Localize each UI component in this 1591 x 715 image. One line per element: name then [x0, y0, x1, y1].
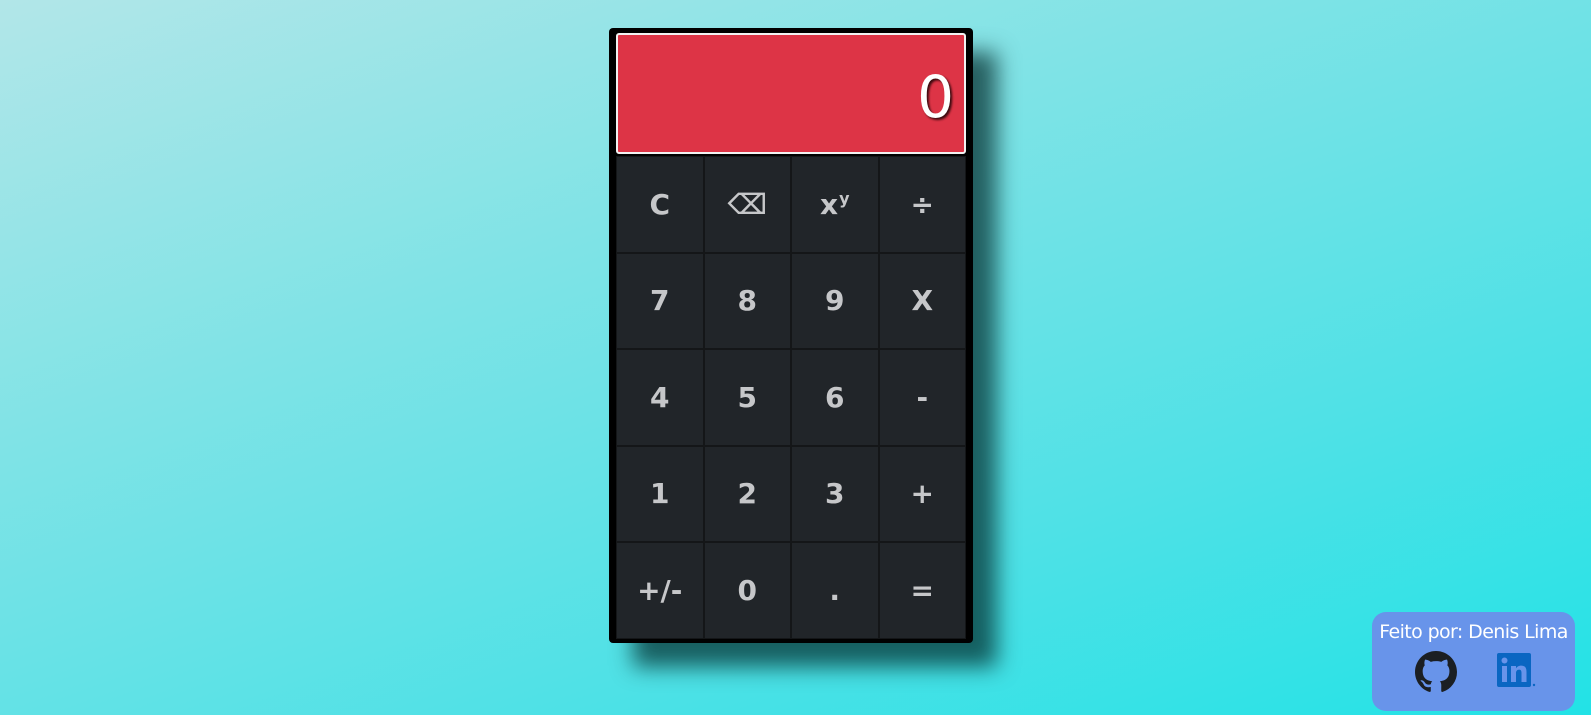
toggle-sign-button[interactable]: +/-	[616, 542, 704, 639]
key-label: ÷	[910, 187, 934, 221]
backspace-button[interactable]: ⌫	[703, 156, 791, 253]
add-button[interactable]: +	[878, 445, 966, 542]
credits-box: Feito por: Denis Lima	[1372, 612, 1575, 711]
key-label: 5	[737, 380, 757, 414]
key-label: 0	[737, 573, 757, 607]
linkedin-icon	[1496, 653, 1535, 687]
digit-7-button[interactable]: 7	[616, 252, 704, 349]
key-label: 3	[825, 477, 845, 511]
digit-3-button[interactable]: 3	[791, 445, 879, 542]
decimal-button[interactable]: .	[791, 542, 879, 639]
key-superscript: y	[839, 188, 850, 208]
digit-1-button[interactable]: 1	[616, 445, 704, 542]
digit-9-button[interactable]: 9	[791, 252, 879, 349]
github-icon	[1414, 651, 1457, 692]
subtract-button[interactable]: -	[878, 349, 966, 446]
calculator: 0 C ⌫ xy ÷ 7 8 9 X 4 5 6 - 1 2 3 + +/- 0…	[609, 28, 973, 643]
key-label: -	[916, 380, 929, 414]
key-label: =	[910, 573, 934, 607]
linkedin-link[interactable]	[1495, 651, 1537, 693]
calculator-display: 0	[616, 33, 966, 154]
keypad: C ⌫ xy ÷ 7 8 9 X 4 5 6 - 1 2 3 + +/- 0 .…	[616, 156, 966, 639]
digit-4-button[interactable]: 4	[616, 349, 704, 446]
digit-6-button[interactable]: 6	[791, 349, 879, 446]
key-label: C	[649, 187, 671, 221]
digit-0-button[interactable]: 0	[703, 542, 791, 639]
display-value: 0	[917, 63, 954, 131]
social-links	[1372, 651, 1575, 693]
multiply-button[interactable]: X	[878, 252, 966, 349]
key-label: 6	[825, 380, 845, 414]
equals-button[interactable]: =	[878, 542, 966, 639]
key-label: 2	[737, 477, 757, 511]
digit-5-button[interactable]: 5	[703, 349, 791, 446]
digit-8-button[interactable]: 8	[703, 252, 791, 349]
key-label: X	[911, 284, 934, 318]
clear-button[interactable]: C	[616, 156, 704, 253]
divide-button[interactable]: ÷	[878, 156, 966, 253]
key-label: +/-	[637, 573, 683, 607]
key-label: x	[820, 187, 839, 221]
digit-2-button[interactable]: 2	[703, 445, 791, 542]
key-label: .	[829, 573, 841, 607]
power-button[interactable]: xy	[791, 156, 879, 253]
key-label: 9	[825, 284, 845, 318]
key-label: +	[910, 477, 934, 511]
key-label: 8	[737, 284, 757, 318]
credits-text: Feito por: Denis Lima	[1379, 621, 1568, 643]
github-link[interactable]	[1414, 651, 1457, 693]
key-label: 1	[650, 477, 670, 511]
backspace-icon: ⌫	[727, 187, 768, 221]
key-label: 7	[650, 284, 670, 318]
key-label: 4	[650, 380, 670, 414]
